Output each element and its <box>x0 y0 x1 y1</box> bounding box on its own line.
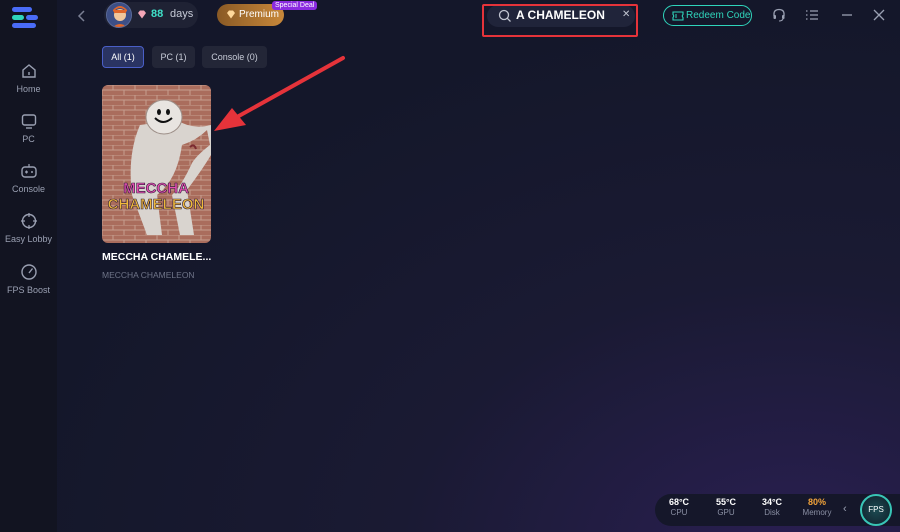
stat-disk: 34°C Disk <box>754 497 790 517</box>
search-highlight-annotation <box>482 4 638 37</box>
stat-value: 68°C <box>668 497 690 507</box>
crosshair-icon <box>20 213 37 229</box>
sidebar-item-fps-boost[interactable]: FPS Boost <box>0 263 57 295</box>
days-count: 88 <box>151 8 164 20</box>
game-cover-art: MECCHA CHAMELEON <box>102 85 211 243</box>
sidebar-item-easy-lobby[interactable]: Easy Lobby <box>0 212 57 244</box>
tab-all[interactable]: All (1) <box>102 46 144 68</box>
tab-pc[interactable]: PC (1) <box>152 46 195 68</box>
diamond-icon <box>138 10 146 19</box>
speedometer-icon <box>20 264 37 280</box>
avatar[interactable] <box>106 2 132 28</box>
fps-overlay-button[interactable]: FPS <box>860 494 892 526</box>
sidebar-item-label: FPS Boost <box>6 285 51 295</box>
tab-console[interactable]: Console (0) <box>202 46 267 68</box>
redeem-code-label: Redeem Code <box>686 10 751 21</box>
sidebar-item-console[interactable]: Console <box>0 162 57 194</box>
stat-gpu: 55°C GPU <box>708 497 744 517</box>
collapse-stats-chevron-icon[interactable]: ‹ <box>843 503 847 515</box>
stat-label: Disk <box>764 508 780 517</box>
game-title[interactable]: MECCHA CHAMELE... <box>102 251 211 263</box>
redeem-code-button[interactable]: Redeem Code <box>663 5 752 26</box>
support-headset-icon[interactable] <box>772 8 786 22</box>
sidebar-item-label: PC <box>22 134 35 144</box>
stat-cpu: 68°C CPU <box>661 497 697 517</box>
cover-art-title-line1: MECCHA <box>123 180 189 197</box>
menu-list-icon[interactable] <box>805 8 819 22</box>
premium-label: Premium <box>239 9 280 20</box>
minimize-icon[interactable] <box>840 8 854 22</box>
annotation-arrow <box>214 56 345 131</box>
sidebar-item-label: Console <box>11 184 46 194</box>
cover-art-title-line2: CHAMELEON <box>108 196 205 213</box>
stat-value: 34°C <box>761 497 783 507</box>
sidebar-item-pc[interactable]: PC <box>0 112 57 144</box>
game-subtitle: MECCHA CHAMELEON <box>102 270 195 280</box>
home-icon <box>21 64 36 78</box>
gamepad-icon <box>20 164 37 178</box>
stat-label: CPU <box>670 508 688 517</box>
stat-label: Memory <box>802 508 832 517</box>
sidebar: Home PC Console Easy Lobby FPS Boost <box>0 0 57 532</box>
stat-value: 80% <box>807 497 826 507</box>
diamond-icon <box>227 10 235 19</box>
stat-value: 55°C <box>715 497 737 507</box>
app-logo[interactable] <box>12 7 40 29</box>
game-card-image[interactable]: MECCHA CHAMELEON <box>102 85 211 243</box>
sidebar-item-label: Home <box>16 84 41 94</box>
monitor-icon <box>21 114 36 129</box>
close-icon[interactable] <box>872 8 886 22</box>
back-chevron-icon[interactable] <box>76 8 88 24</box>
sidebar-item-home[interactable]: Home <box>0 62 57 94</box>
days-unit: days <box>170 8 194 20</box>
stat-memory: 80% Memory <box>799 497 835 517</box>
special-deal-badge: Special Deal <box>272 1 318 10</box>
ticket-icon <box>672 11 684 21</box>
sidebar-item-label: Easy Lobby <box>4 234 53 244</box>
stat-label: GPU <box>717 508 735 517</box>
